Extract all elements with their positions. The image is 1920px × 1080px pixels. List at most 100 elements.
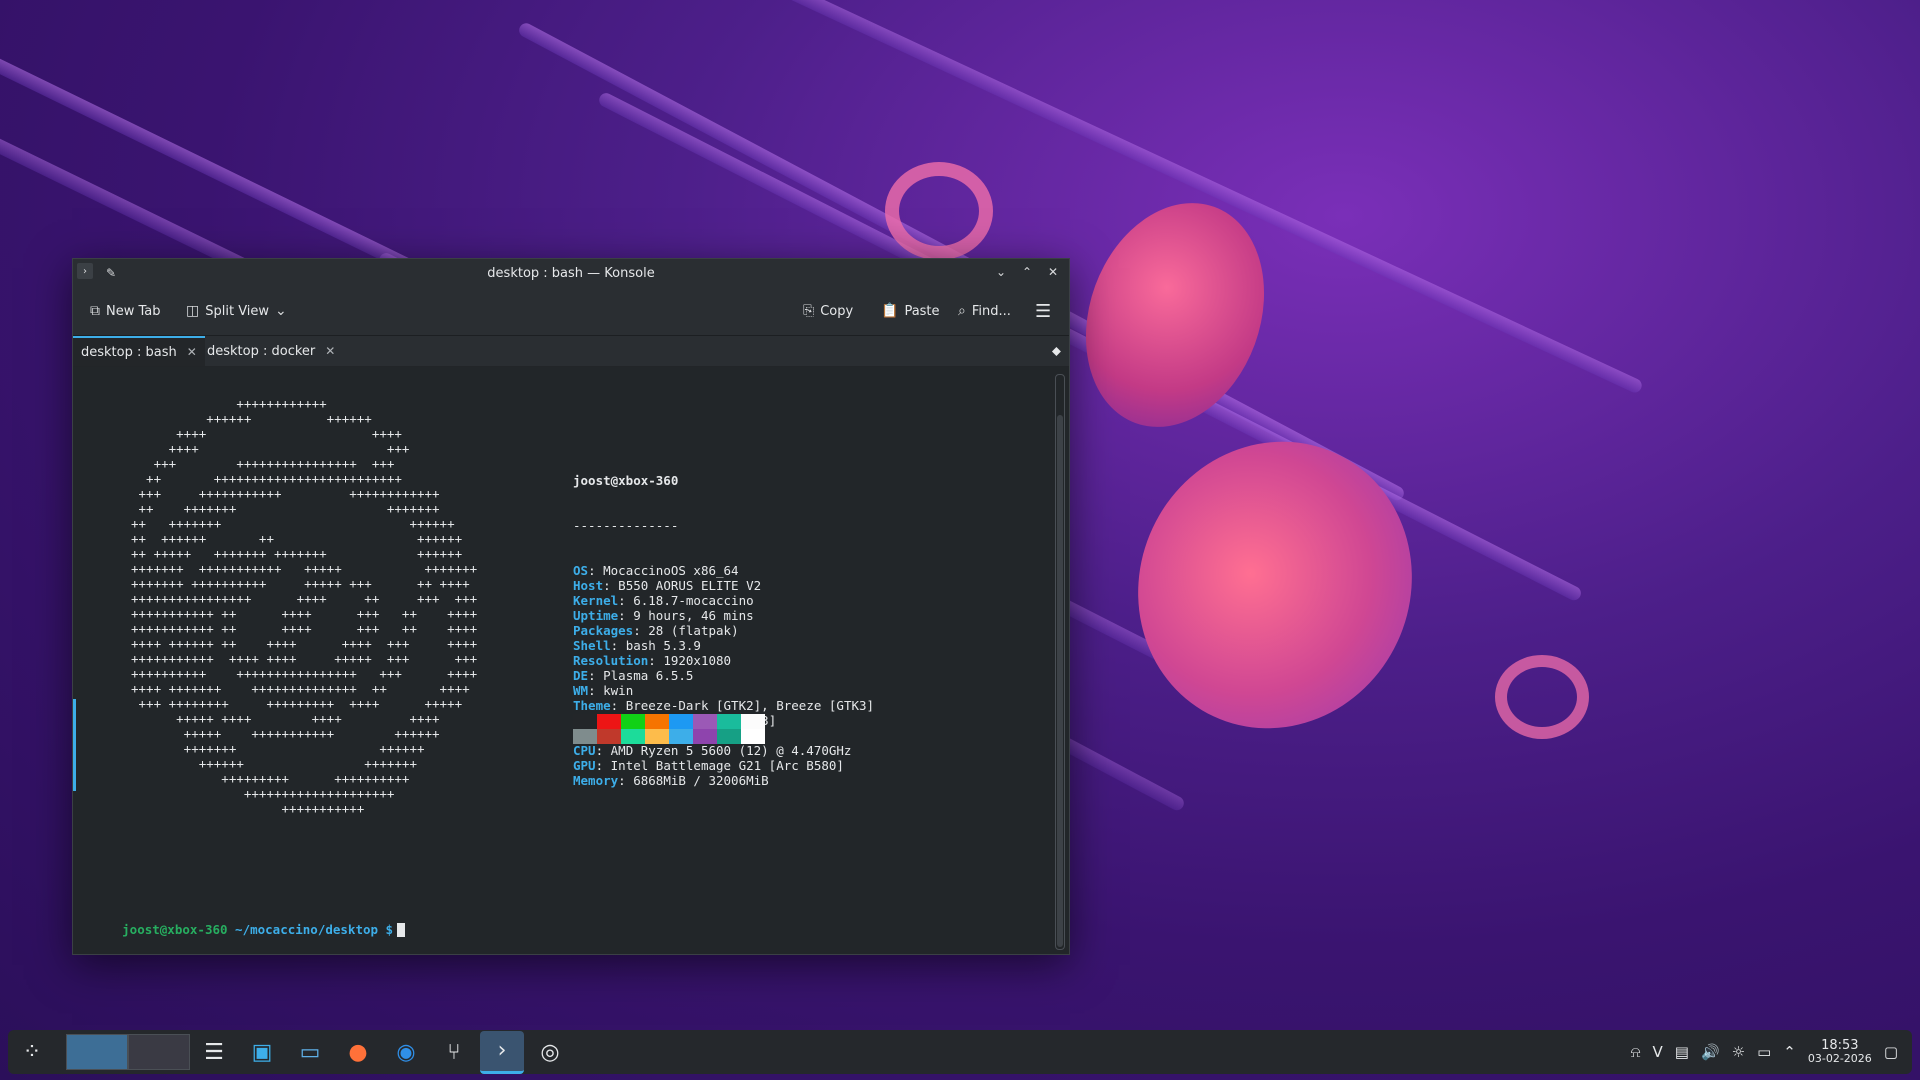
color-swatch bbox=[573, 714, 597, 729]
prompt-user: joost@xbox-360 bbox=[122, 921, 228, 937]
steam-icon[interactable]: ◎ bbox=[528, 1032, 572, 1072]
info-value: 6.18.7-mocaccino bbox=[633, 593, 754, 608]
clock-date: 03-02-2026 bbox=[1807, 1052, 1872, 1065]
paste-button[interactable]: 📋 Paste bbox=[881, 299, 940, 323]
settings-icon[interactable]: ☰ bbox=[192, 1032, 236, 1072]
separator: -------------- bbox=[573, 518, 679, 533]
color-swatch bbox=[597, 729, 621, 744]
user-host: joost@xbox-360 bbox=[573, 473, 679, 488]
color-swatch bbox=[741, 714, 765, 729]
pager[interactable] bbox=[66, 1034, 190, 1070]
tab-menu-icon[interactable]: ⬥ bbox=[1044, 336, 1069, 366]
tab-desktop-docker[interactable]: desktop : docker ✕ bbox=[199, 336, 343, 366]
konsole-icon[interactable]: › bbox=[480, 1030, 524, 1074]
info-value: MocaccinoOS x86_64 bbox=[603, 563, 739, 578]
color-swatch bbox=[597, 714, 621, 729]
split-view-button[interactable]: ◫ Split View ⌄ bbox=[186, 299, 287, 323]
expand-tray-icon[interactable]: ⌃ bbox=[1783, 1043, 1796, 1061]
info-line: Theme: Breeze-Dark [GTK2], Breeze [GTK3] bbox=[573, 698, 875, 713]
window-title: desktop : bash — Konsole bbox=[487, 266, 655, 281]
clock-time: 18:53 bbox=[1821, 1038, 1859, 1053]
new-tab-button[interactable]: ⧉ New Tab bbox=[90, 299, 161, 323]
color-swatch bbox=[741, 729, 765, 744]
color-swatch bbox=[717, 714, 741, 729]
info-key: Resolution bbox=[573, 653, 649, 668]
maximize-icon[interactable]: ⌃ bbox=[1017, 262, 1037, 282]
info-value: 28 (flatpak) bbox=[648, 623, 739, 638]
scroll-marker bbox=[73, 699, 76, 791]
search-icon: ⌕ bbox=[958, 303, 966, 319]
system-tray: ⍾ V ▤ 🔊 ☼ ▭ ⌃ 18:53 03-02-2026 ▢ bbox=[1631, 1030, 1898, 1074]
clock[interactable]: 18:53 03-02-2026 bbox=[1808, 1039, 1872, 1065]
info-key: Uptime bbox=[573, 608, 619, 623]
info-key: Kernel bbox=[573, 593, 619, 608]
desktop-1[interactable] bbox=[66, 1034, 128, 1070]
discover-icon[interactable]: ▣ bbox=[240, 1032, 284, 1072]
copy-label: Copy bbox=[820, 303, 854, 319]
info-key: Theme bbox=[573, 698, 611, 713]
info-line: Shell: bash 5.3.9 bbox=[573, 638, 701, 653]
info-value: 6868MiB / 32006MiB bbox=[633, 773, 769, 788]
info-value: 9 hours, 46 mins bbox=[633, 608, 754, 623]
color-swatch bbox=[717, 729, 741, 744]
konsole-window[interactable]: › ✎ desktop : bash — Konsole ⌄ ⌃ ✕ ⧉ New… bbox=[72, 258, 1070, 955]
color-palette bbox=[573, 714, 765, 744]
volume-icon[interactable]: 🔊 bbox=[1701, 1043, 1720, 1061]
info-line: Resolution: 1920x1080 bbox=[573, 653, 732, 668]
split-view-icon: ◫ bbox=[186, 303, 200, 319]
close-tab-icon[interactable]: ✕ bbox=[325, 344, 335, 358]
color-swatch bbox=[693, 729, 717, 744]
network-icon[interactable]: ▭ bbox=[1757, 1043, 1771, 1061]
info-value: Breeze-Dark [GTK2], Breeze [GTK3] bbox=[625, 698, 875, 713]
info-line: OS: MocaccinoOS x86_64 bbox=[573, 563, 739, 578]
find-button[interactable]: ⌕ Find... bbox=[958, 299, 1011, 323]
color-swatch bbox=[645, 714, 669, 729]
close-icon[interactable]: ✕ bbox=[1043, 262, 1063, 282]
files-icon[interactable]: ▭ bbox=[288, 1032, 332, 1072]
color-swatch bbox=[669, 714, 693, 729]
info-line: Host: B550 AORUS ELITE V2 bbox=[573, 578, 762, 593]
info-line: GPU: Intel Battlemage G21 [Arc B580] bbox=[573, 758, 844, 773]
split-view-label: Split View bbox=[205, 303, 270, 319]
toolbar: ⧉ New Tab ◫ Split View ⌄ ⎘ Copy 📋 Paste … bbox=[73, 287, 1069, 336]
show-desktop-icon[interactable]: ▢ bbox=[1884, 1043, 1898, 1061]
launcher-icon[interactable]: ⁘ bbox=[10, 1032, 54, 1072]
info-line: DE: Plasma 6.5.5 bbox=[573, 668, 694, 683]
minimize-icon[interactable]: ⌄ bbox=[991, 262, 1011, 282]
titlebar[interactable]: › ✎ desktop : bash — Konsole ⌄ ⌃ ✕ bbox=[73, 259, 1069, 287]
color-swatch bbox=[693, 714, 717, 729]
info-key: Host bbox=[573, 578, 604, 593]
shell-prompt[interactable]: joost@xbox-360 ~/mocaccino/desktop $ bbox=[77, 907, 406, 953]
info-key: CPU bbox=[573, 743, 596, 758]
neofetch-logo: ++++++++++++ ++++++ ++++++ ++++ ++++ +++… bbox=[131, 396, 478, 816]
copy-icon: ⎘ bbox=[803, 303, 815, 319]
new-tab-icon: ⧉ bbox=[90, 303, 100, 319]
scrollbar-thumb[interactable] bbox=[1057, 415, 1063, 947]
info-key: Packages bbox=[573, 623, 634, 638]
vcs-icon[interactable]: V bbox=[1653, 1043, 1663, 1061]
info-line: Kernel: 6.18.7-mocaccino bbox=[573, 593, 754, 608]
firefox-icon[interactable]: ● bbox=[336, 1032, 380, 1072]
tab-desktop-bash[interactable]: desktop : bash ✕ bbox=[73, 336, 205, 366]
copy-button[interactable]: ⎘ Copy bbox=[803, 299, 853, 323]
color-swatch bbox=[621, 714, 645, 729]
vscodium-icon[interactable]: ⑂ bbox=[432, 1032, 476, 1072]
hamburger-menu-icon[interactable]: ☰ bbox=[1035, 299, 1051, 323]
new-tab-label: New Tab bbox=[106, 303, 161, 319]
color-swatch bbox=[621, 729, 645, 744]
terminal-view[interactable]: ++++++++++++ ++++++ ++++++ ++++ ++++ +++… bbox=[73, 366, 1069, 954]
info-key: Memory bbox=[573, 773, 619, 788]
thunderbird-icon[interactable]: ◉ bbox=[384, 1032, 428, 1072]
info-value: B550 AORUS ELITE V2 bbox=[618, 578, 762, 593]
color-swatch bbox=[645, 729, 669, 744]
brightness-icon[interactable]: ☼ bbox=[1732, 1043, 1745, 1061]
notifications-icon[interactable]: ⍾ bbox=[1631, 1043, 1641, 1061]
clipboard-icon[interactable]: ▤ bbox=[1675, 1043, 1689, 1061]
info-key: Shell bbox=[573, 638, 611, 653]
tab-label: desktop : docker bbox=[207, 343, 316, 359]
desktop-2[interactable] bbox=[128, 1034, 190, 1070]
scrollbar[interactable] bbox=[1055, 374, 1065, 950]
info-value: 1920x1080 bbox=[663, 653, 732, 668]
color-swatch bbox=[573, 729, 597, 744]
close-tab-icon[interactable]: ✕ bbox=[187, 345, 197, 359]
